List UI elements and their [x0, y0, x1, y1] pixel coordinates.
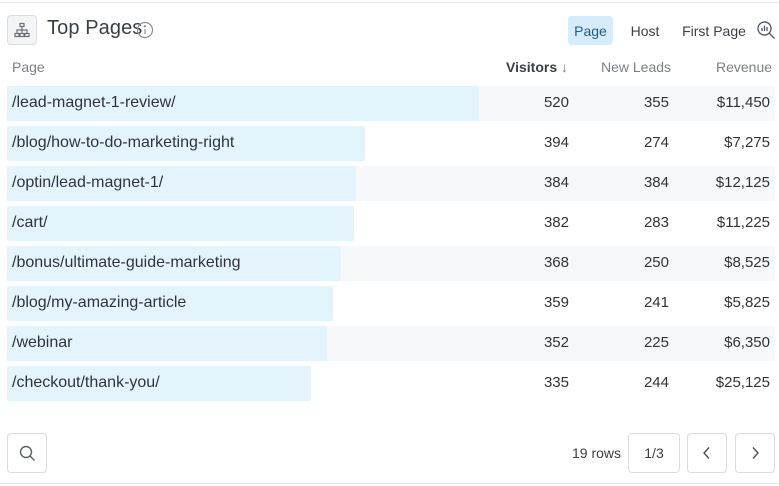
table-row[interactable]: /blog/how-to-do-marketing-right 394 274 …: [7, 126, 775, 161]
revenue-value: $12,125: [715, 174, 770, 191]
search-button[interactable]: [7, 433, 47, 473]
sitemap-button[interactable]: [7, 15, 37, 45]
visitors-value: 382: [543, 214, 569, 231]
column-header-revenue[interactable]: Revenue: [716, 59, 772, 75]
table-row[interactable]: /cart/ 382 283 $11,225: [7, 206, 775, 241]
next-page-button[interactable]: [735, 433, 775, 473]
visitors-value: 394: [543, 134, 569, 151]
column-header-visitors[interactable]: Visitors ↓: [506, 59, 568, 75]
visitors-value: 384: [543, 174, 569, 191]
chevron-left-icon: [703, 447, 710, 459]
table-row[interactable]: /bonus/ultimate-guide-marketing 368 250 …: [7, 246, 775, 281]
revenue-value: $5,825: [724, 294, 770, 311]
page-path[interactable]: /blog/my-amazing-article: [12, 294, 186, 312]
new-leads-value: 250: [643, 254, 669, 271]
page-path[interactable]: /webinar: [12, 334, 72, 352]
column-header-page[interactable]: Page: [12, 59, 45, 75]
tab-first-page[interactable]: First Page: [680, 16, 748, 45]
table-row[interactable]: /checkout/thank-you/ 335 244 $25,125: [7, 366, 775, 401]
new-leads-value: 355: [643, 94, 669, 111]
page-path[interactable]: /lead-magnet-1-review/: [12, 94, 176, 112]
new-leads-value: 244: [643, 374, 669, 391]
page-path[interactable]: /blog/how-to-do-marketing-right: [12, 134, 234, 152]
sort-down-icon: ↓: [561, 59, 568, 75]
table-row[interactable]: /blog/my-amazing-article 359 241 $5,825: [7, 286, 775, 321]
visitors-bar: [7, 206, 354, 241]
page-path[interactable]: /checkout/thank-you/: [12, 374, 160, 392]
column-header-new-leads[interactable]: New Leads: [601, 59, 671, 75]
rows-count: 19 rows: [572, 445, 622, 461]
tab-host[interactable]: Host: [622, 16, 668, 45]
sitemap-icon: [14, 22, 30, 38]
page-path[interactable]: /cart/: [12, 214, 48, 232]
new-leads-value: 274: [643, 134, 669, 151]
revenue-value: $8,525: [724, 254, 770, 271]
new-leads-value: 241: [643, 294, 669, 311]
top-pages-card: Top Pages Page Host First Page Page Visi…: [0, 2, 779, 484]
revenue-value: $6,350: [724, 334, 770, 351]
page-path[interactable]: /bonus/ultimate-guide-marketing: [12, 254, 241, 272]
visitors-value: 335: [543, 374, 569, 391]
visitors-value: 368: [543, 254, 569, 271]
page-indicator: 1/3: [628, 433, 680, 473]
visitors-value: 359: [543, 294, 569, 311]
visitors-value: 352: [543, 334, 569, 351]
new-leads-value: 384: [643, 174, 669, 191]
new-leads-value: 283: [643, 214, 669, 231]
revenue-value: $7,275: [724, 134, 770, 151]
previous-page-button[interactable]: [687, 433, 727, 473]
visitors-value: 520: [543, 94, 569, 111]
search-icon: [19, 445, 35, 461]
revenue-value: $11,225: [716, 214, 770, 231]
revenue-value: $11,450: [716, 94, 770, 111]
chevron-right-icon: [752, 447, 759, 459]
zoom-icon[interactable]: [756, 20, 776, 40]
tab-page[interactable]: Page: [568, 16, 613, 45]
page-path[interactable]: /optin/lead-magnet-1/: [12, 174, 163, 192]
info-icon[interactable]: [136, 21, 154, 39]
revenue-value: $25,125: [715, 374, 770, 391]
table-row[interactable]: /webinar 352 225 $6,350: [7, 326, 775, 361]
column-header-visitors-label: Visitors: [506, 59, 558, 75]
table-row[interactable]: /lead-magnet-1-review/ 520 355 $11,450: [7, 86, 775, 121]
new-leads-value: 225: [643, 334, 669, 351]
card-title: Top Pages: [47, 17, 143, 39]
table-row[interactable]: /optin/lead-magnet-1/ 384 384 $12,125: [7, 166, 775, 201]
